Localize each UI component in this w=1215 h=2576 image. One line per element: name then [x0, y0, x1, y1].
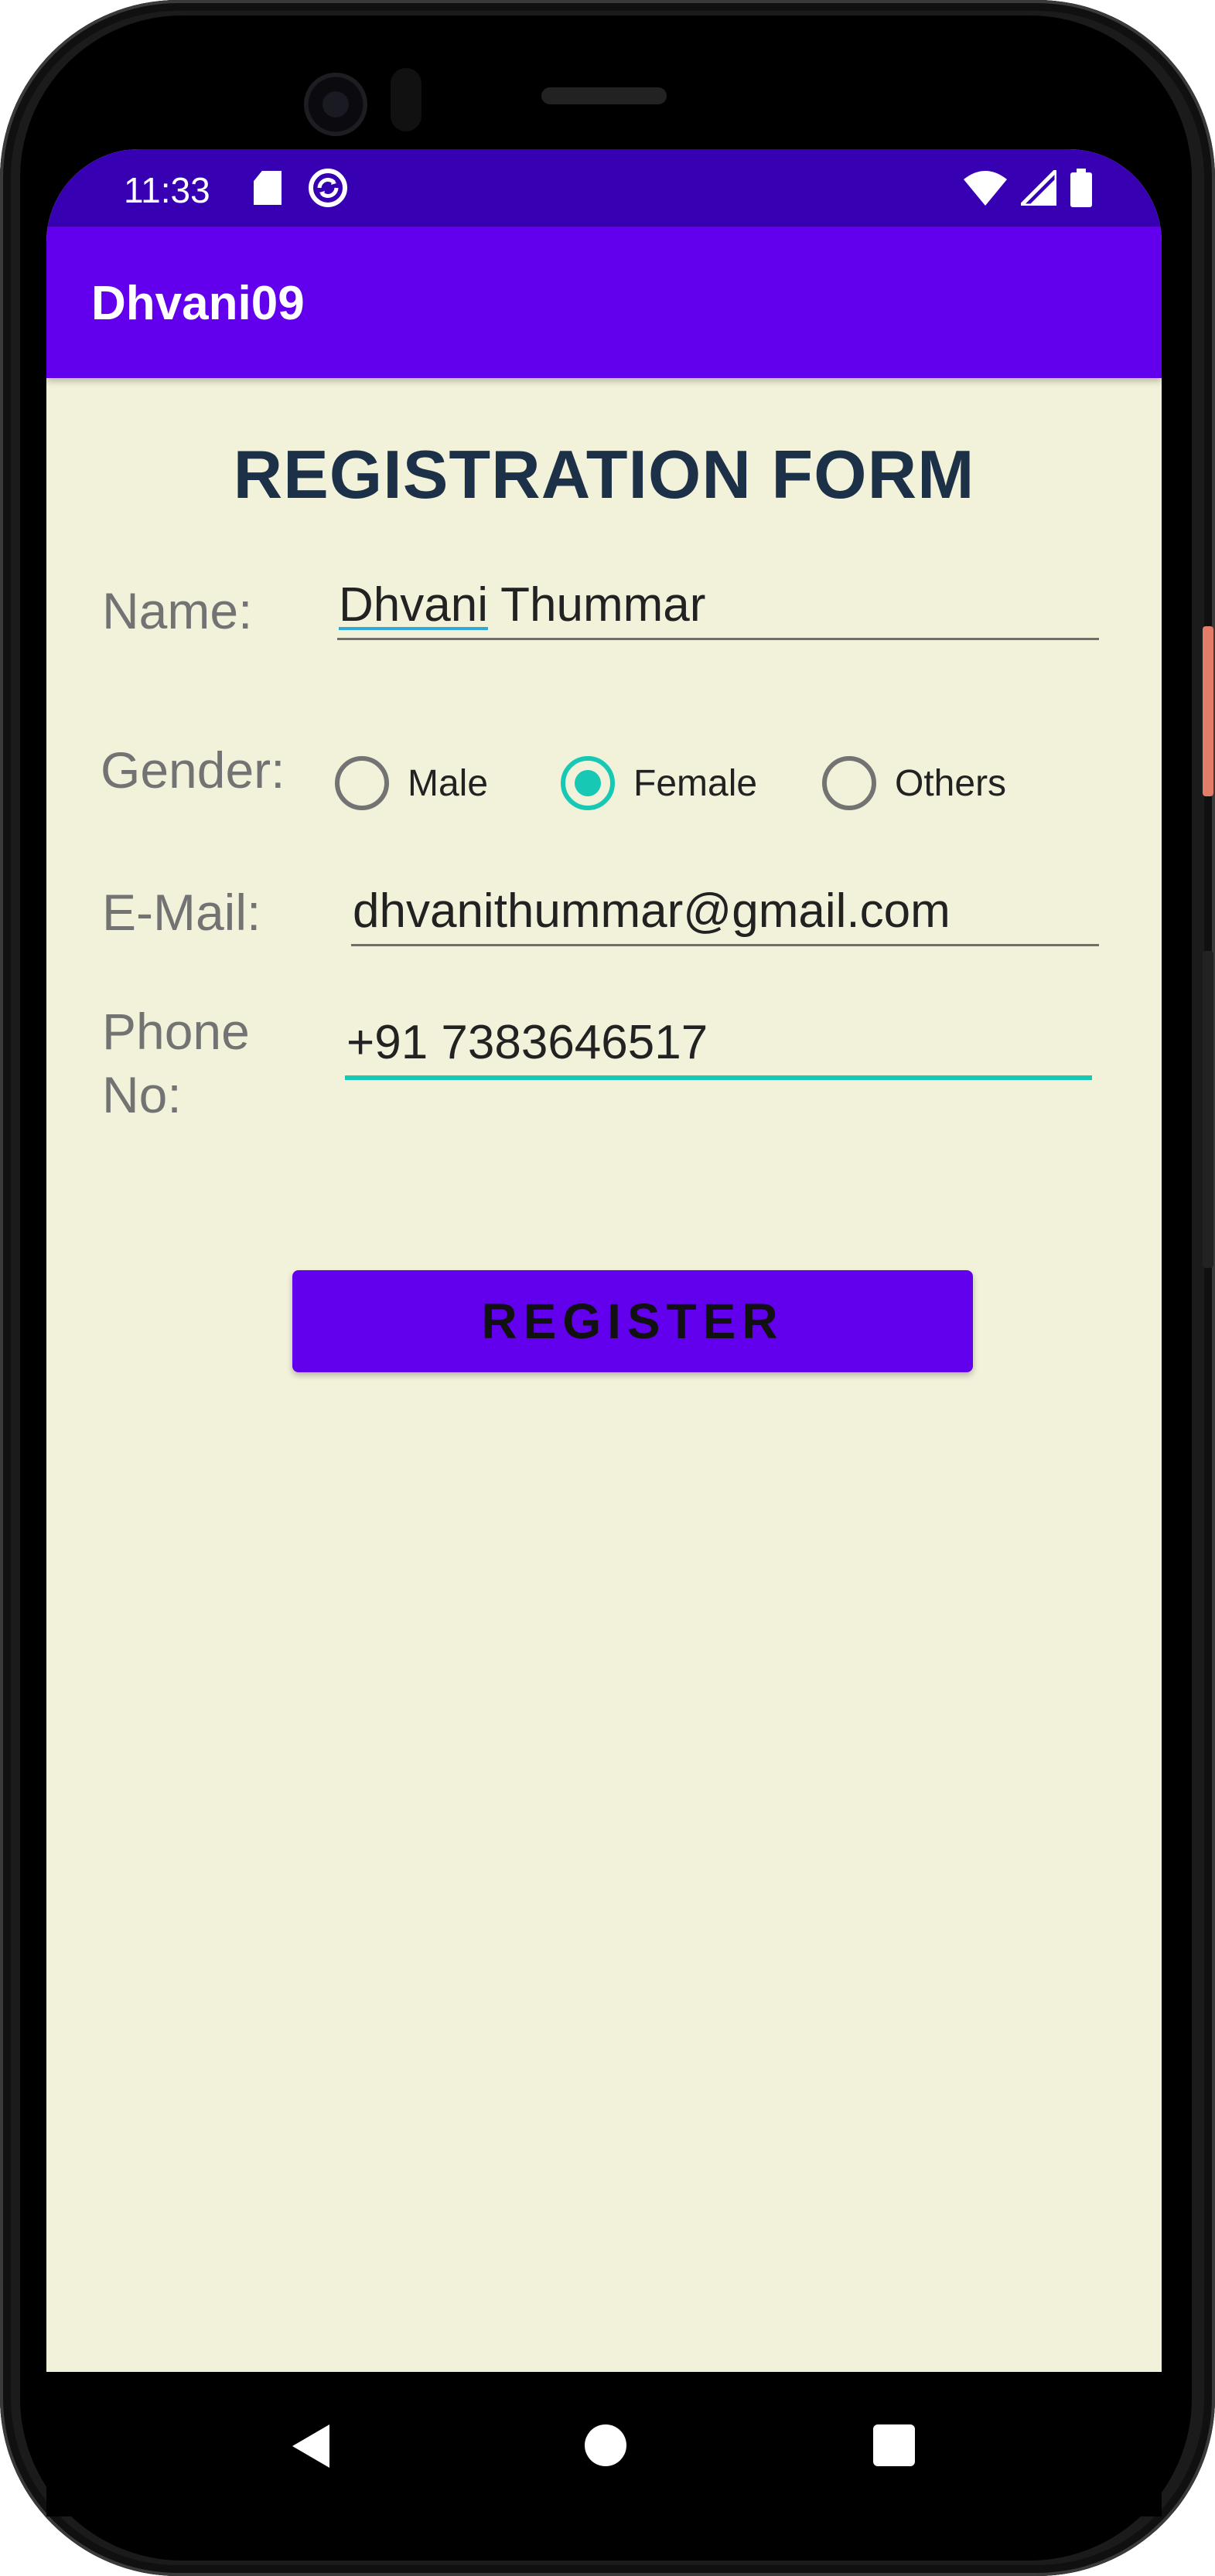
signal-icon	[1021, 170, 1056, 206]
radio-female-label: Female	[633, 762, 758, 804]
radio-female[interactable]: Female	[561, 752, 757, 814]
radio-male-label: Male	[408, 762, 489, 804]
name-field[interactable]: Dhvani Thummar	[337, 573, 1099, 640]
radio-others-label: Others	[895, 762, 1007, 804]
back-icon[interactable]	[292, 2424, 329, 2468]
screen: 11:33 Dhvani09 REGISTRATION FORM Name: D…	[46, 149, 1162, 2516]
radio-others-circle[interactable]	[822, 756, 876, 810]
battery-icon	[1070, 169, 1092, 207]
status-icons-right	[964, 168, 1092, 208]
status-time: 11:33	[124, 170, 210, 210]
phone-label: Phone No:	[102, 1003, 250, 1123]
name-field-value-rest: Thummar	[488, 578, 706, 632]
email-label: E-Mail:	[102, 884, 261, 941]
sd-card-icon	[254, 171, 282, 205]
recents-icon[interactable]	[873, 2424, 915, 2466]
radio-male-circle[interactable]	[335, 756, 389, 810]
radio-male[interactable]: Male	[335, 752, 488, 814]
email-field[interactable]: dhvanithummar@gmail.com	[351, 879, 1099, 946]
name-field-value-first: Dhvani	[339, 578, 488, 632]
phone-frame: 11:33 Dhvani09 REGISTRATION FORM Name: D…	[0, 0, 1215, 2576]
radio-female-circle[interactable]	[561, 756, 615, 810]
front-camera	[304, 73, 367, 136]
sync-icon	[309, 169, 347, 207]
power-button	[1203, 626, 1213, 796]
app-title: Dhvani09	[91, 277, 305, 330]
proximity-sensor	[391, 68, 421, 131]
form-title: REGISTRATION FORM	[233, 436, 975, 513]
earpiece-speaker	[541, 87, 667, 104]
home-icon[interactable]	[585, 2424, 626, 2466]
gender-label: Gender:	[101, 741, 285, 799]
radio-selected-dot	[575, 770, 601, 796]
status-bar: 11:33	[46, 149, 1162, 227]
register-button[interactable]: REGISTER	[292, 1270, 973, 1372]
phone-field[interactable]: +91 7383646517	[345, 1010, 1092, 1080]
radio-others[interactable]: Others	[822, 752, 1006, 814]
navigation-bar	[46, 2372, 1162, 2516]
app-bar: Dhvani09	[46, 227, 1162, 378]
wifi-icon	[964, 171, 1007, 206]
volume-button	[1203, 951, 1213, 1268]
name-label: Name:	[102, 582, 253, 639]
